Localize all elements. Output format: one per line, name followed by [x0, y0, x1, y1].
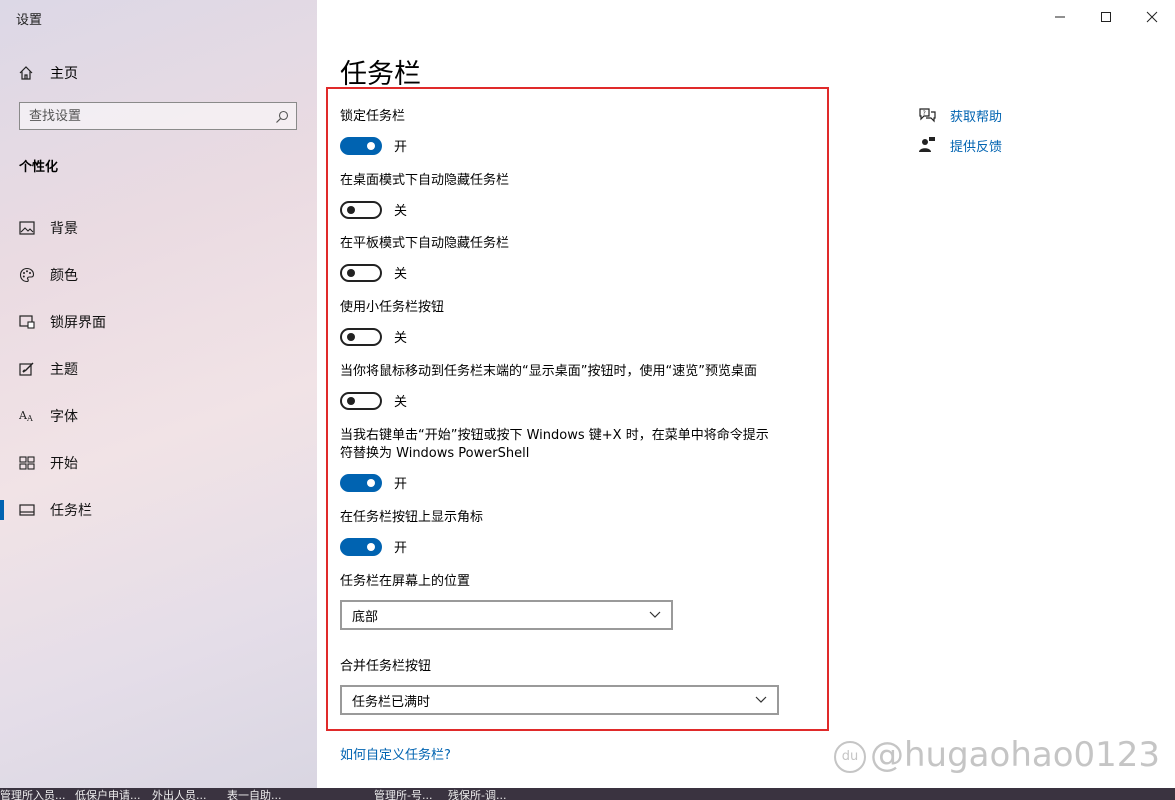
image-icon [19, 220, 35, 236]
svg-text:A: A [26, 414, 33, 423]
setting-small-buttons: 使用小任务栏按钮 关 [340, 299, 780, 346]
close-button[interactable] [1129, 0, 1175, 34]
watermark-badge: du [834, 740, 866, 773]
setting-label: 当你将鼠标移动到任务栏末端的“显示桌面”按钮时，使用“速览”预览桌面 [340, 364, 757, 379]
setting-label: 使用小任务栏按钮 [340, 300, 445, 315]
toggle-state: 关 [394, 267, 408, 282]
setting-powershell: 当我右键单击“开始”按钮或按下 Windows 键+X 时，在菜单中将命令提示符… [340, 427, 770, 492]
toggle-state: 开 [394, 541, 408, 556]
taskbar-window-item[interactable]: 低保户申请... [75, 788, 141, 800]
close-icon [1146, 11, 1158, 23]
setting-combine-buttons: 合并任务栏按钮 任务栏已满时 [340, 658, 780, 715]
sidebar-nav: 背景 颜色 锁屏界面 主题 AA 字体 开始 任务栏 [0, 204, 317, 533]
combine-buttons-select[interactable]: 任务栏已满时 [340, 685, 779, 715]
setting-autohide-tablet: 在平板模式下自动隐藏任务栏 关 [340, 235, 780, 282]
taskbar-window-item[interactable]: 外出人员... [152, 788, 207, 800]
sidebar-item-fonts[interactable]: AA 字体 [0, 392, 317, 439]
sidebar-item-lock-screen[interactable]: 锁屏界面 [0, 298, 317, 345]
toggle-state: 开 [394, 140, 408, 155]
page-title: 任务栏 [340, 59, 421, 90]
minimize-button[interactable] [1037, 0, 1083, 34]
setting-label: 锁定任务栏 [340, 109, 406, 124]
search-input[interactable] [20, 103, 259, 129]
customize-taskbar-link[interactable]: 如何自定义任务栏? [340, 744, 451, 763]
palette-icon [19, 267, 35, 283]
home-icon [18, 65, 34, 81]
minimize-icon [1055, 16, 1065, 18]
sidebar-item-label: 背景 [50, 220, 78, 237]
toggle-autohide-desktop[interactable] [340, 200, 382, 219]
help-chat-icon: ? [918, 107, 936, 123]
chevron-down-icon [649, 611, 661, 618]
taskbar-window-item[interactable]: 管理所-号... [374, 788, 432, 800]
setting-label: 任务栏在屏幕上的位置 [340, 574, 471, 589]
sidebar-item-label: 开始 [50, 455, 78, 472]
toggle-badges[interactable] [340, 537, 382, 556]
setting-label: 合并任务栏按钮 [340, 659, 432, 674]
setting-peek: 当你将鼠标移动到任务栏末端的“显示桌面”按钮时，使用“速览”预览桌面 关 [340, 363, 780, 410]
search-icon[interactable] [275, 109, 289, 128]
home-label: 主页 [50, 66, 78, 82]
section-heading-personalization: 个性化 [19, 160, 59, 175]
maximize-button[interactable] [1083, 0, 1129, 34]
maximize-icon [1101, 12, 1111, 22]
setting-label: 在桌面模式下自动隐藏任务栏 [340, 173, 510, 188]
sidebar-item-label: 任务栏 [50, 502, 92, 519]
get-help-label: 获取帮助 [950, 109, 1003, 125]
setting-taskbar-position: 任务栏在屏幕上的位置 底部 [340, 573, 780, 630]
get-help-link[interactable]: ? 获取帮助 [918, 100, 1002, 130]
start-grid-icon [19, 455, 35, 471]
taskbar-window-item[interactable]: 残保所-调... [448, 788, 506, 800]
feedback-person-icon [918, 136, 936, 154]
taskbar-window-item[interactable]: 表一自助... [227, 788, 282, 800]
setting-label: 在平板模式下自动隐藏任务栏 [340, 236, 510, 251]
font-icon: AA [19, 408, 35, 424]
chevron-down-icon [755, 696, 767, 703]
sidebar-item-background[interactable]: 背景 [0, 204, 317, 251]
toggle-state: 关 [394, 331, 408, 346]
sidebar-item-themes[interactable]: 主题 [0, 345, 317, 392]
setting-autohide-desktop: 在桌面模式下自动隐藏任务栏 关 [340, 172, 780, 219]
toggle-state: 关 [394, 204, 408, 219]
sidebar-item-label: 主题 [50, 361, 78, 378]
taskbar-icon [19, 502, 35, 518]
sidebar-item-home[interactable]: 主页 [18, 62, 78, 84]
toggle-small-buttons[interactable] [340, 327, 382, 346]
setting-lock-taskbar: 锁定任务栏 开 [340, 108, 780, 155]
toggle-autohide-tablet[interactable] [340, 263, 382, 282]
svg-text:?: ? [923, 110, 926, 117]
taskbar-window-item[interactable]: 管理所入员... [0, 788, 66, 800]
sidebar-item-start[interactable]: 开始 [0, 439, 317, 486]
setting-label: 在任务栏按钮上显示角标 [340, 510, 484, 525]
setting-label: 当我右键单击“开始”按钮或按下 Windows 键+X 时，在菜单中将命令提示符… [340, 428, 769, 461]
related-links: ? 获取帮助 提供反馈 [918, 100, 1002, 160]
os-taskbar-strip: 管理所入员... 低保户申请... 外出人员... 表一自助... 管理所-号.… [0, 788, 1175, 800]
sidebar-item-colors[interactable]: 颜色 [0, 251, 317, 298]
lock-screen-icon [19, 314, 35, 330]
sidebar-item-taskbar[interactable]: 任务栏 [0, 486, 317, 533]
watermark: du @hugaohao0123 [834, 735, 1160, 775]
sidebar: 设置 主页 个性化 背景 颜色 锁屏界面 [0, 0, 317, 788]
select-value: 底部 [352, 609, 379, 625]
toggle-lock-taskbar[interactable] [340, 136, 382, 155]
theme-icon [19, 361, 35, 377]
toggle-powershell[interactable] [340, 473, 382, 492]
give-feedback-link[interactable]: 提供反馈 [918, 130, 1002, 160]
give-feedback-label: 提供反馈 [950, 139, 1003, 155]
select-value: 任务栏已满时 [352, 694, 431, 710]
sidebar-item-label: 颜色 [50, 267, 78, 284]
window-controls [1037, 0, 1175, 34]
toggle-state: 开 [394, 477, 408, 492]
sidebar-item-label: 字体 [50, 408, 78, 425]
toggle-peek[interactable] [340, 391, 382, 410]
taskbar-position-select[interactable]: 底部 [340, 600, 673, 630]
window-title: 设置 [16, 13, 43, 28]
sidebar-item-label: 锁屏界面 [50, 314, 106, 331]
search-box[interactable] [19, 102, 297, 130]
toggle-state: 关 [394, 395, 408, 410]
setting-badges: 在任务栏按钮上显示角标 开 [340, 509, 780, 556]
